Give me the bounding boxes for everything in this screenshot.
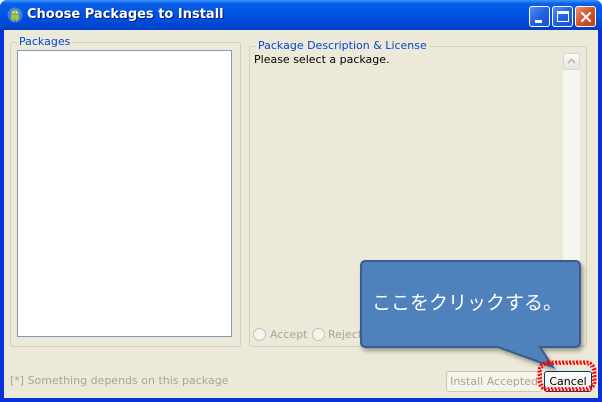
- description-area: Please select a package.: [250, 47, 587, 320]
- callout-text: ここをクリックする。: [372, 292, 563, 314]
- accept-label: Accept: [270, 328, 308, 341]
- minimize-icon: [535, 20, 542, 23]
- maximize-icon: [557, 11, 569, 22]
- description-text: Please select a package.: [254, 53, 390, 66]
- accept-radio[interactable]: [253, 328, 266, 341]
- minimize-button[interactable]: [529, 6, 550, 27]
- reject-label: Reject: [328, 328, 363, 341]
- reject-radio[interactable]: [312, 328, 325, 341]
- packages-list[interactable]: [17, 50, 232, 337]
- maximize-button[interactable]: [552, 6, 573, 27]
- packages-group-label: Packages: [17, 35, 73, 48]
- dependency-note: [*] Something depends on this package: [10, 374, 229, 387]
- install-dialog: Choose Packages to Install Packages Pack…: [0, 0, 602, 402]
- close-button[interactable]: [575, 6, 596, 27]
- install-accepted-button[interactable]: Install Accepted: [446, 371, 542, 392]
- dialog-body: Packages Package Description & License P…: [4, 30, 598, 398]
- cancel-highlight-circle: [537, 360, 597, 392]
- window-title: Choose Packages to Install: [27, 7, 224, 22]
- title-bar[interactable]: Choose Packages to Install: [0, 0, 602, 30]
- description-scrollbar[interactable]: [563, 53, 580, 313]
- scroll-up-button[interactable]: [563, 53, 580, 70]
- packages-group: Packages: [10, 35, 241, 347]
- close-icon: [580, 11, 592, 23]
- android-icon: [7, 7, 23, 23]
- chevron-up-icon: [567, 58, 576, 64]
